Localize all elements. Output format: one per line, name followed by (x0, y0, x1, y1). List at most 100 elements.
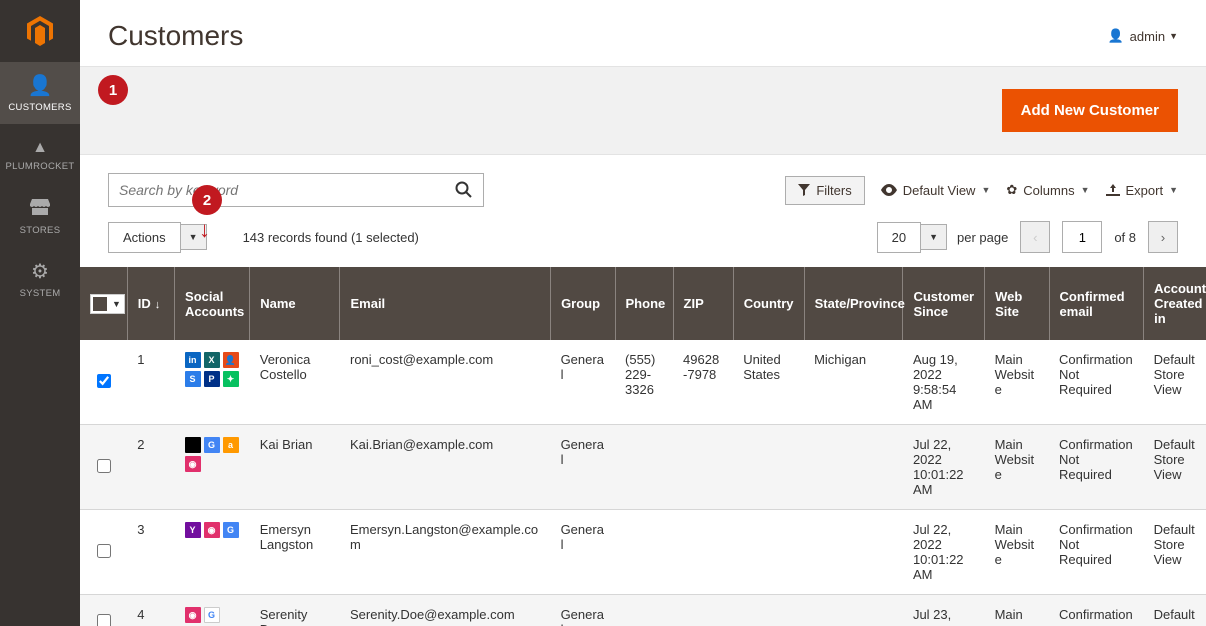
magento-logo[interactable] (0, 0, 80, 62)
social-icon: ✦ (223, 371, 239, 387)
default-view-label: Default View (903, 183, 976, 198)
column-social[interactable]: Social Accounts (175, 267, 250, 340)
column-created-in[interactable]: Account Created in (1144, 267, 1206, 340)
column-website[interactable]: Web Site (985, 267, 1049, 340)
social-icon: in (185, 352, 201, 368)
table-row[interactable]: 3Y◉GEmersyn LangstonEmersyn.Langston@exa… (80, 510, 1206, 595)
cell-confirmed: Confirmation Not Required (1049, 340, 1144, 425)
cell-name: Emersyn Langston (250, 510, 340, 595)
per-page-label: per page (957, 230, 1008, 245)
chevron-down-icon: ▼ (981, 185, 990, 195)
cell-state (804, 595, 903, 626)
sidebar-item-stores[interactable]: STORES (0, 186, 80, 248)
column-zip[interactable]: ZIP (673, 267, 733, 340)
per-page-dropdown[interactable]: ▼ (921, 224, 947, 250)
cell-zip: 49628-7978 (673, 340, 733, 425)
cell-created_in: Default (1144, 595, 1206, 626)
actions-button[interactable]: Actions (108, 222, 181, 253)
sidebar-label: CUSTOMERS (8, 102, 71, 113)
next-page-button[interactable]: › (1148, 221, 1178, 253)
current-page-input[interactable] (1062, 221, 1102, 253)
per-page-value: 20 (877, 222, 921, 253)
sort-desc-icon: ↓ (155, 299, 161, 311)
cell-group: General (551, 595, 615, 626)
row-checkbox[interactable] (97, 459, 111, 473)
cell-zip (673, 510, 733, 595)
records-found: 143 records found (1 selected) (243, 230, 419, 245)
cell-id: 4 (127, 595, 174, 626)
cell-phone (615, 425, 673, 510)
filters-label: Filters (816, 183, 851, 198)
toolbar: ← 1 Add New Customer (80, 66, 1206, 155)
search-icon (455, 181, 473, 199)
column-state[interactable]: State/Province (804, 267, 903, 340)
table-row[interactable]: 2Ga◉Kai BrianKai.Brian@example.comGenera… (80, 425, 1206, 510)
table-row[interactable]: 4◉GSerenity DoeSerenity.Doe@example.comG… (80, 595, 1206, 626)
cell-website: Main (985, 595, 1049, 626)
annotation-badge-1: 1 (98, 75, 128, 105)
gear-icon: ✿ (1006, 182, 1017, 198)
cell-website: Main Website (985, 340, 1049, 425)
social-icon: P (204, 371, 220, 387)
sidebar-label: SYSTEM (20, 288, 61, 299)
user-icon: 👤 (1107, 28, 1123, 44)
cell-since: Jul 22, 2022 10:01:22 AM (903, 510, 985, 595)
social-icon: ◉ (204, 522, 220, 538)
sidebar-item-customers[interactable]: 👤 CUSTOMERS (0, 62, 80, 124)
social-icon: 👤 (223, 352, 239, 368)
columns-button[interactable]: ✿ Columns ▼ (1006, 182, 1089, 198)
export-button[interactable]: Export ▼ (1106, 183, 1179, 198)
cell-created_in: Default Store View (1144, 510, 1206, 595)
prev-page-button[interactable]: ‹ (1020, 221, 1050, 253)
user-menu[interactable]: 👤 admin ▼ (1107, 28, 1178, 44)
page-title: Customers (108, 20, 243, 52)
cell-since: Aug 19, 2022 9:58:54 AM (903, 340, 985, 425)
cell-email: Kai.Brian@example.com (340, 425, 551, 510)
column-group[interactable]: Group (551, 267, 615, 340)
social-icon: a (223, 437, 239, 453)
cell-created_in: Default Store View (1144, 425, 1206, 510)
cell-zip (673, 425, 733, 510)
column-email[interactable]: Email (340, 267, 551, 340)
user-name: admin (1130, 29, 1165, 44)
table-row[interactable]: 1inX👤SP✦Veronica Costelloroni_cost@examp… (80, 340, 1206, 425)
cell-state (804, 425, 903, 510)
sidebar-item-plumrocket[interactable]: ▲ PLUMROCKET (0, 124, 80, 186)
chevron-down-icon: ▼ (1169, 31, 1178, 41)
chevron-down-icon: ▼ (1081, 185, 1090, 195)
default-view-button[interactable]: Default View ▼ (881, 183, 991, 198)
row-checkbox[interactable] (97, 614, 111, 626)
cell-social: ◉G (175, 595, 250, 626)
search-button[interactable] (444, 173, 484, 207)
cell-state (804, 510, 903, 595)
cell-confirmed: Confirmation Not Required (1049, 425, 1144, 510)
row-checkbox[interactable] (97, 374, 111, 388)
cell-social: Ga◉ (175, 425, 250, 510)
total-pages: of 8 (1114, 230, 1136, 245)
annotation-arrow: ↓ (199, 217, 210, 243)
social-icon: S (185, 371, 201, 387)
annotation-badge-2: 2 (192, 185, 222, 215)
cell-group: General (551, 425, 615, 510)
social-icon: X (204, 352, 220, 368)
cell-social: inX👤 SP✦ (175, 340, 250, 425)
cell-id: 3 (127, 510, 174, 595)
search-input[interactable] (108, 173, 484, 207)
add-new-customer-button[interactable]: Add New Customer (1002, 89, 1178, 132)
chevron-down-icon: ▼ (1169, 185, 1178, 195)
social-icon: ◉ (185, 456, 201, 472)
column-since[interactable]: Customer Since (903, 267, 985, 340)
column-confirmed[interactable]: Confirmed email (1049, 267, 1144, 340)
column-phone[interactable]: Phone (615, 267, 673, 340)
select-all-header[interactable]: ▼ (80, 267, 127, 340)
column-name[interactable]: Name (250, 267, 340, 340)
row-checkbox[interactable] (97, 544, 111, 558)
sidebar: 👤 CUSTOMERS ▲ PLUMROCKET STORES ⚙ SYSTEM (0, 0, 80, 626)
column-country[interactable]: Country (733, 267, 804, 340)
social-icon: G (204, 607, 220, 623)
cell-email: Serenity.Doe@example.com (340, 595, 551, 626)
filters-button[interactable]: Filters (785, 176, 864, 205)
sidebar-item-system[interactable]: ⚙ SYSTEM (0, 248, 80, 310)
stores-icon (30, 198, 50, 221)
column-id[interactable]: ID↓ (127, 267, 174, 340)
